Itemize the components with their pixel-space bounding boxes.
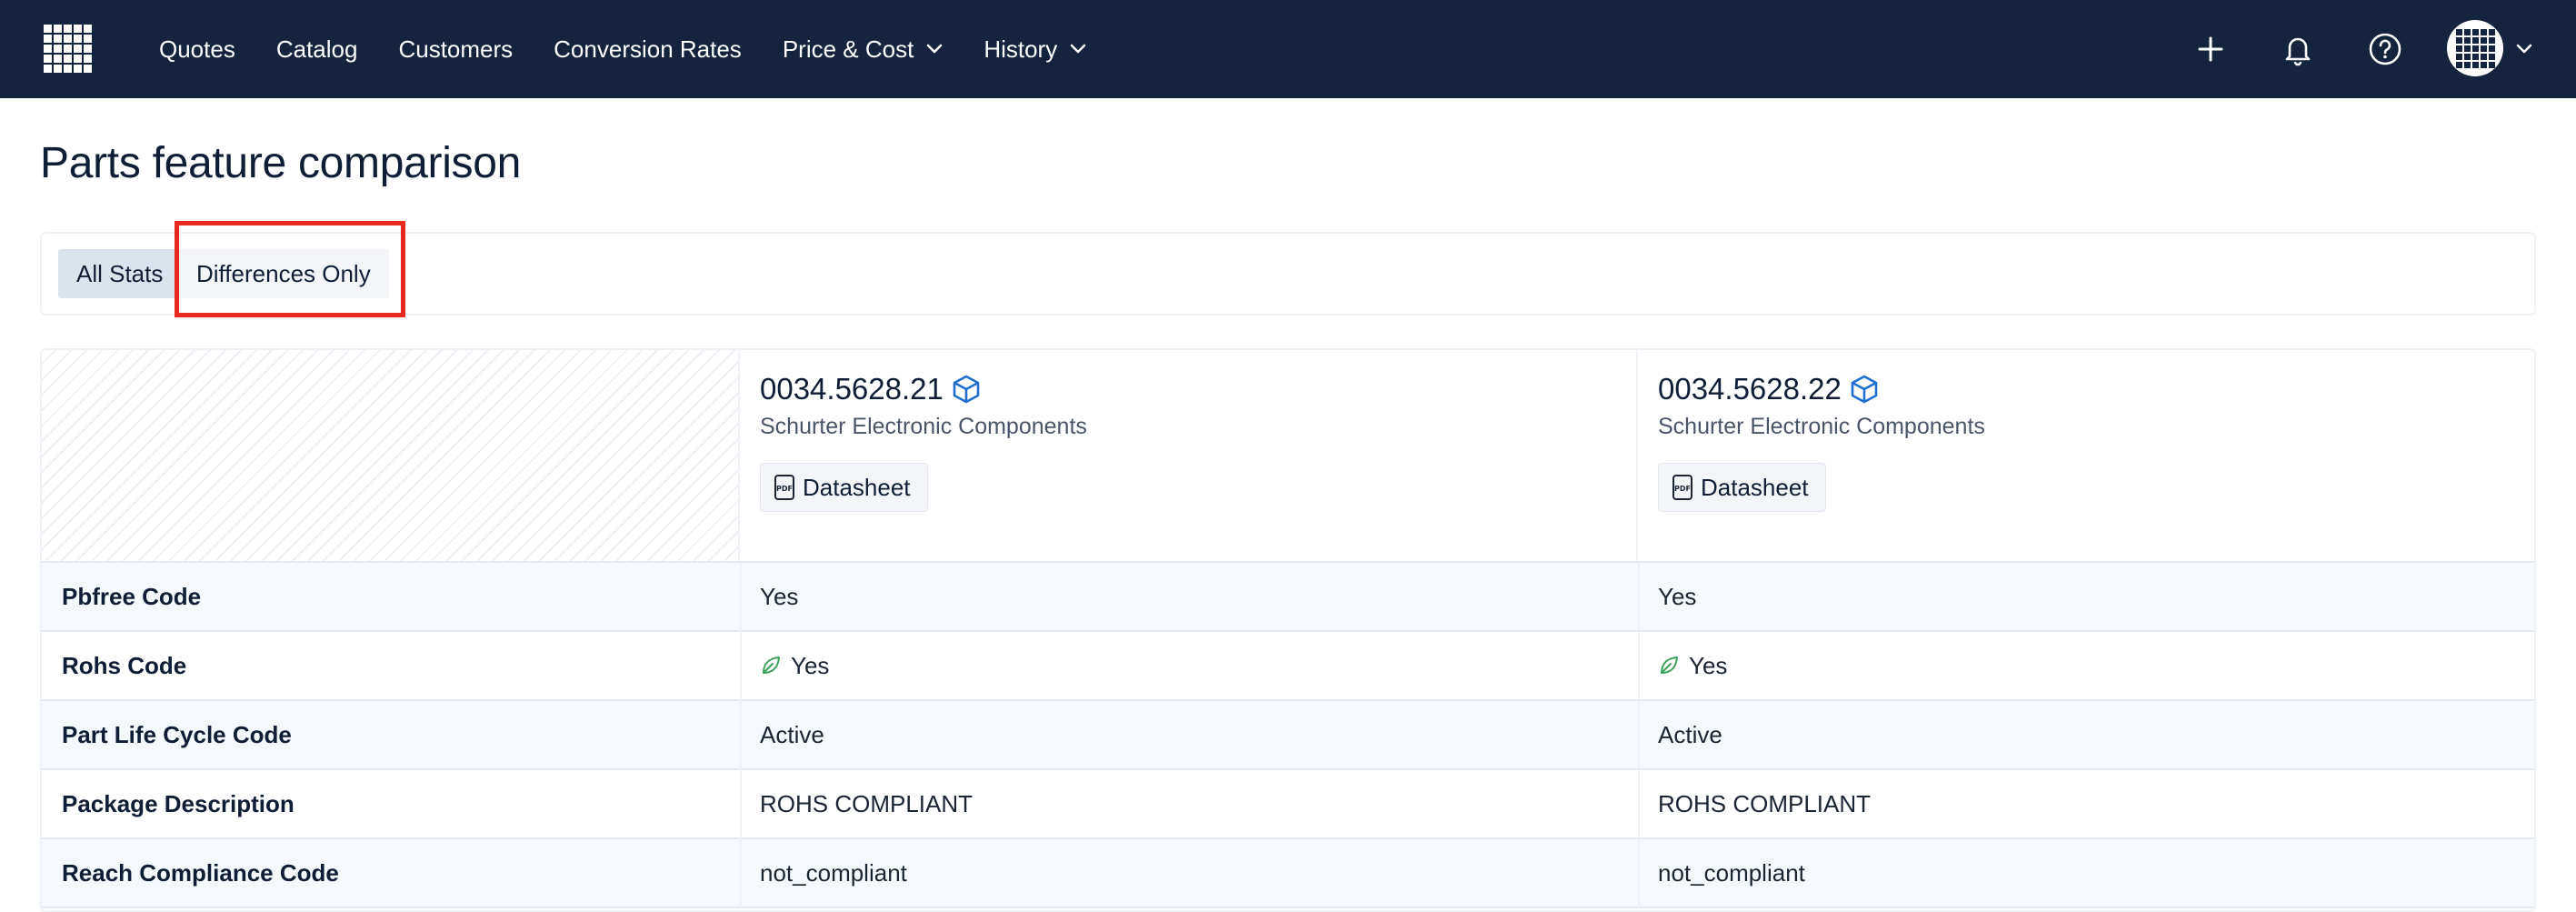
row-label: Part Life Cycle Code (62, 720, 292, 748)
filter-bar: All Stats Differences Only (40, 232, 2536, 316)
part-number-text[interactable]: 0034.5628.22 (1658, 372, 1842, 406)
nav-link-label: Quotes (159, 35, 235, 63)
bell-icon[interactable] (2280, 31, 2316, 67)
column-divider (740, 839, 742, 908)
empty-header-cell (42, 350, 740, 561)
row-value: Active (1658, 720, 1722, 748)
leaf-icon (763, 656, 780, 674)
cube-icon[interactable] (951, 374, 982, 405)
part-number-text[interactable]: 0034.5628.21 (760, 372, 944, 406)
column-divider (1638, 632, 1640, 701)
app-logo-icon[interactable] (40, 21, 95, 75)
plus-icon[interactable] (2192, 31, 2229, 67)
column-divider (1638, 839, 1640, 908)
row-value: ROHS COMPLIANT (1658, 789, 1872, 817)
leaf-icon (1661, 656, 1678, 674)
chevron-down-icon (1070, 44, 1086, 54)
column-divider (740, 563, 742, 632)
nav-link-history[interactable]: History (983, 35, 1086, 64)
cube-icon[interactable] (1849, 374, 1880, 405)
datasheet-label: Datasheet (1701, 473, 1809, 501)
part-number: 0034.5628.22 (1658, 372, 1880, 406)
row-value: not_compliant (1658, 858, 1805, 887)
help-icon[interactable] (2367, 31, 2403, 67)
svg-text:PDF: PDF (1674, 485, 1691, 493)
row-value: Yes (760, 632, 829, 699)
table-row: Pbfree Code Yes Yes (42, 563, 2534, 632)
datasheet-button[interactable]: PDF Datasheet (1658, 463, 1826, 512)
nav-link-conversion-rates[interactable]: Conversion Rates (554, 35, 742, 64)
row-value: not_compliant (760, 858, 907, 887)
pdf-icon: PDF (1672, 475, 1692, 500)
parts-header-row: 0034.5628.21 Schurter Electronic Compone… (42, 350, 2534, 563)
avatar[interactable] (2447, 20, 2503, 76)
avatar-grid-icon (2456, 29, 2495, 68)
row-value: Yes (760, 582, 799, 610)
all-stats-button[interactable]: All Stats (58, 249, 182, 298)
column-divider (740, 632, 742, 701)
table-row: Package Description ROHS COMPLIANT ROHS … (42, 770, 2534, 839)
nav-link-label: Catalog (275, 35, 358, 63)
row-value: ROHS COMPLIANT (760, 789, 973, 817)
part-column-2: 0034.5628.22 Schurter Electronic Compone… (1638, 350, 2534, 561)
nav-link-customers[interactable]: Customers (398, 35, 513, 64)
part-number: 0034.5628.21 (760, 372, 982, 406)
table-row: Reach Compliance Code not_compliant not_… (42, 839, 2534, 908)
row-label: Rohs Code (62, 651, 187, 679)
row-label: Package Description (62, 789, 295, 817)
column-divider (740, 770, 742, 839)
svg-text:PDF: PDF (776, 485, 793, 493)
differences-only-button[interactable]: Differences Only (178, 249, 389, 298)
part-column-1: 0034.5628.21 Schurter Electronic Compone… (740, 350, 1638, 561)
datasheet-button[interactable]: PDF Datasheet (760, 463, 928, 512)
column-divider (1638, 563, 1640, 632)
table-row: Rohs Code Yes Yes (42, 632, 2534, 701)
nav-links: Quotes Catalog Customers Conversion Rate… (159, 0, 1127, 98)
nav-link-label: Conversion Rates (554, 35, 742, 63)
datasheet-label: Datasheet (803, 473, 911, 501)
top-navbar: Quotes Catalog Customers Conversion Rate… (0, 0, 2576, 98)
column-divider (740, 701, 742, 770)
nav-link-label: Customers (398, 35, 514, 63)
nav-link-catalog[interactable]: Catalog (276, 35, 358, 64)
comparison-table: 0034.5628.21 Schurter Electronic Compone… (40, 348, 2536, 912)
page-title: Parts feature comparison (40, 139, 522, 187)
table-row: Part Life Cycle Code Active Active (42, 701, 2534, 770)
nav-link-label: Price & Cost (782, 35, 914, 63)
row-value-text: Yes (1689, 651, 1728, 679)
manufacturer-name: Schurter Electronic Components (1658, 414, 1985, 439)
nav-link-quotes[interactable]: Quotes (159, 35, 235, 64)
row-value: Yes (1658, 582, 1697, 610)
row-value: Active (760, 720, 824, 748)
column-divider (1638, 701, 1640, 770)
chevron-down-icon[interactable] (2516, 44, 2532, 55)
nav-link-label: History (983, 35, 1058, 63)
chevron-down-icon (927, 44, 943, 54)
pdf-icon: PDF (774, 475, 794, 500)
row-label: Reach Compliance Code (62, 858, 339, 887)
row-value-text: Yes (791, 651, 830, 679)
manufacturer-name: Schurter Electronic Components (760, 414, 1087, 439)
column-divider (1638, 770, 1640, 839)
row-value: Yes (1658, 632, 1727, 699)
nav-link-price-cost[interactable]: Price & Cost (783, 35, 944, 64)
row-label: Pbfree Code (62, 582, 202, 610)
